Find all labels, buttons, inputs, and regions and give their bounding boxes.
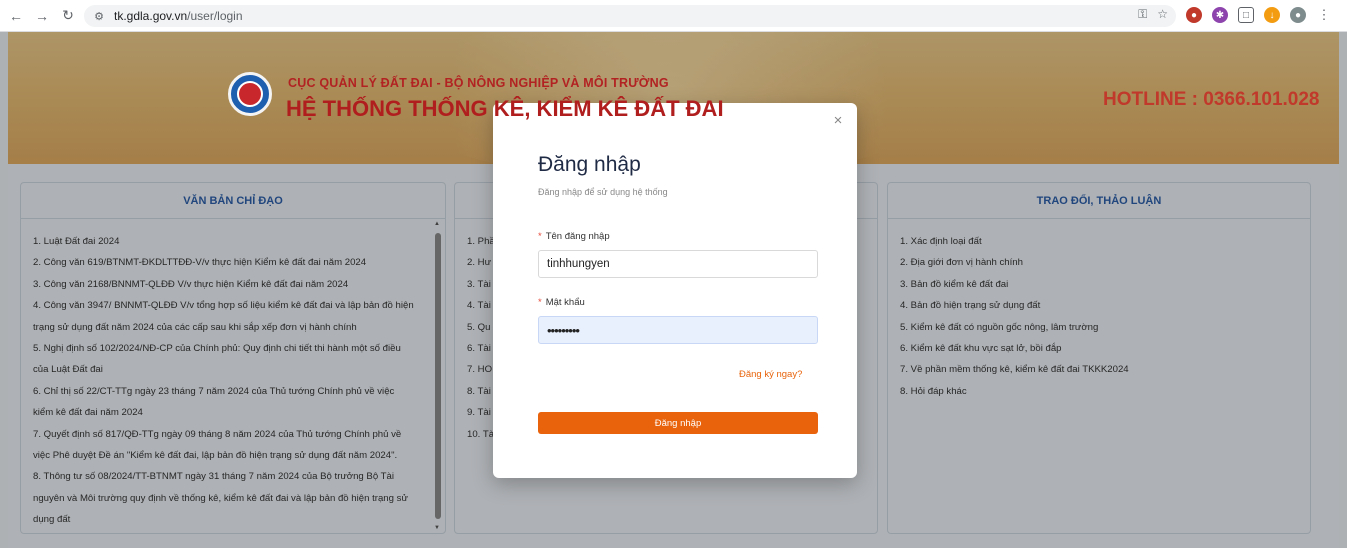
close-icon[interactable]: × xyxy=(831,113,845,128)
download-icon[interactable]: ↓ xyxy=(1264,7,1280,23)
password-key-icon[interactable]: ⚿ xyxy=(1138,7,1147,22)
modal-title: Đăng nhập xyxy=(538,153,641,176)
back-icon[interactable]: ← xyxy=(6,6,26,26)
bookmark-star-icon[interactable]: ☆ xyxy=(1157,7,1168,22)
extension-puzzle-color-icon[interactable]: ✱ xyxy=(1212,7,1228,23)
password-input[interactable]: ••••••••• xyxy=(538,316,818,344)
required-mark: * xyxy=(538,231,542,242)
password-label: * Mật khẩu xyxy=(538,297,585,308)
menu-kebab-icon[interactable]: ⋮ xyxy=(1316,7,1332,23)
system-title: HỆ THỐNG THỐNG KÊ, KIỂM KÊ ĐẤT ĐAI xyxy=(286,96,724,121)
browser-toolbar: ← → ↻ ⚙ tk.gdla.gov.vn/user/login ⚿ ☆ ● … xyxy=(0,0,1347,32)
login-modal: × Đăng nhập Đăng nhập để sử dụng hệ thốn… xyxy=(493,103,857,478)
required-mark: * xyxy=(538,297,542,308)
hotline: HOTLINE : 0366.101.028 xyxy=(1103,89,1320,110)
org-name: CỤC QUẢN LÝ ĐẤT ĐAI - BỘ NÔNG NGHIỆP VÀ … xyxy=(288,76,669,90)
extension-icon[interactable]: ● xyxy=(1186,7,1202,23)
address-bar[interactable]: ⚙ tk.gdla.gov.vn/user/login ⚿ ☆ xyxy=(84,5,1176,27)
username-label: * Tên đăng nhập xyxy=(538,231,610,242)
reload-icon[interactable]: ↻ xyxy=(58,6,78,26)
username-input[interactable]: tinhhungyen xyxy=(538,250,818,278)
modal-subtitle: Đăng nhập để sử dụng hệ thống xyxy=(538,187,668,197)
password-label-text: Mật khẩu xyxy=(545,297,585,308)
site-info-icon[interactable]: ⚙ xyxy=(90,7,108,25)
login-button[interactable]: Đăng nhập xyxy=(538,412,818,434)
username-label-text: Tên đăng nhập xyxy=(545,231,610,242)
register-link[interactable]: Đăng ký ngay? xyxy=(739,369,802,380)
extensions-puzzle-icon[interactable]: □ xyxy=(1238,7,1254,23)
url-path: /user/login xyxy=(187,9,243,23)
url-domain: tk.gdla.gov.vn xyxy=(114,9,188,23)
profile-avatar-icon[interactable]: ● xyxy=(1290,7,1306,23)
agency-logo xyxy=(228,72,272,116)
forward-icon[interactable]: → xyxy=(32,6,52,26)
